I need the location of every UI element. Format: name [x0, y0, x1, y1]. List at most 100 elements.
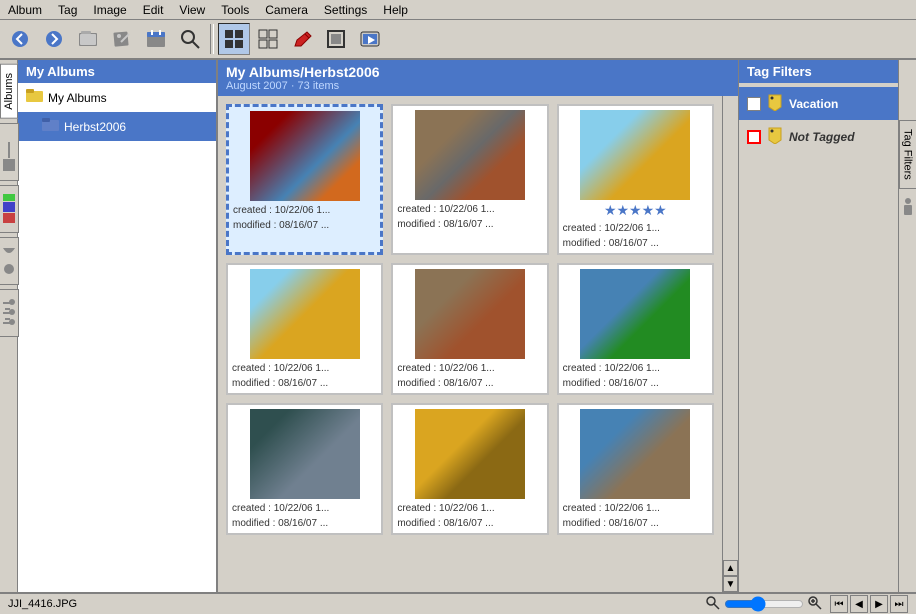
zoom-control — [706, 596, 822, 613]
photo-meta-modified: modified : 08/16/07 ... — [397, 219, 542, 230]
photo-thumbnail — [580, 269, 690, 359]
center-header: My Albums/Herbst2006 August 2007 · 73 it… — [218, 60, 738, 96]
photo-item[interactable]: created : 10/22/06 1... modified : 08/16… — [226, 263, 383, 395]
tags-button[interactable] — [106, 23, 138, 55]
photo-grid: created : 10/22/06 1... modified : 08/16… — [226, 104, 714, 535]
zoom-slider[interactable] — [724, 596, 804, 612]
photo-item[interactable]: created : 10/22/06 1... modified : 08/16… — [226, 403, 383, 535]
photo-thumbnail — [250, 269, 360, 359]
sidebar-tab-tags[interactable] — [0, 289, 19, 337]
tree-item-herbst2006[interactable]: Herbst2006 — [18, 112, 216, 141]
tag-icon-not-tagged — [767, 126, 783, 147]
sidebar-tab-searches[interactable] — [0, 123, 19, 181]
photo-item[interactable]: created : 10/22/06 1... modified : 08/16… — [391, 263, 548, 395]
sidebar-tab-people[interactable] — [0, 237, 19, 285]
nav-controls: ⏮ ◀ ▶ ⏭ — [830, 595, 908, 613]
photo-thumbnail — [415, 409, 525, 499]
photo-thumbnail — [415, 269, 525, 359]
photo-thumbnail — [250, 111, 360, 201]
tree-item-my-albums-label: My Albums — [48, 91, 107, 105]
sidebar-tab-labels[interactable] — [0, 185, 19, 233]
nav-first-button[interactable]: ⏮ — [830, 595, 848, 613]
menu-album[interactable]: Album — [0, 3, 50, 17]
photo-thumbnail — [250, 409, 360, 499]
center-header-subtitle: August 2007 · 73 items — [226, 80, 730, 92]
scroll-controls: ▲ ▼ — [722, 96, 738, 592]
photo-meta-created: created : 10/22/06 1... — [397, 363, 542, 374]
tree-item-herbst2006-label: Herbst2006 — [64, 120, 126, 134]
photo-item[interactable]: created : 10/22/06 1... modified : 08/16… — [557, 263, 714, 395]
back-button[interactable] — [4, 23, 36, 55]
menubar: Album Tag Image Edit View Tools Camera S… — [0, 0, 916, 20]
statusbar: JJI_4416.JPG ⏮ ◀ ▶ ⏭ — [0, 592, 916, 614]
edit-photo-button[interactable] — [286, 23, 318, 55]
tag-checkbox-not-tagged[interactable] — [747, 130, 761, 144]
menu-edit[interactable]: Edit — [135, 3, 172, 17]
photo-grid-container[interactable]: created : 10/22/06 1... modified : 08/16… — [218, 96, 722, 592]
right-panel-header: Tag Filters — [739, 60, 898, 83]
menu-help[interactable]: Help — [375, 3, 416, 17]
nav-next-button[interactable]: ▶ — [870, 595, 888, 613]
photo-item[interactable]: created : 10/22/06 1... modified : 08/16… — [557, 403, 714, 535]
photo-thumbnail — [415, 110, 525, 200]
right-tab-tag-filters[interactable]: Tag Filters — [899, 120, 916, 189]
scroll-down-button[interactable]: ▼ — [723, 576, 738, 592]
menu-tag[interactable]: Tag — [50, 3, 85, 17]
photo-meta-created: created : 10/22/06 1... — [232, 503, 377, 514]
tree-item-my-albums[interactable]: My Albums — [18, 83, 216, 112]
tag-filter-vacation[interactable]: Vacation — [739, 87, 898, 120]
thumbnail-view-button[interactable] — [218, 23, 250, 55]
albums-button[interactable] — [72, 23, 104, 55]
folder-open-icon — [42, 116, 60, 137]
statusbar-filename: JJI_4416.JPG — [8, 598, 698, 610]
menu-tools[interactable]: Tools — [213, 3, 257, 17]
photo-stars: ★★★★★ — [604, 202, 667, 219]
tag-checkbox-vacation[interactable] — [747, 97, 761, 111]
photo-meta-modified: modified : 08/16/07 ... — [563, 378, 708, 389]
sidebar-tab-albums[interactable]: Albums — [0, 64, 18, 119]
menu-view[interactable]: View — [171, 3, 213, 17]
photo-meta-modified: modified : 08/16/07 ... — [397, 518, 542, 529]
tag-label-vacation: Vacation — [789, 97, 838, 111]
slideshow-button[interactable] — [354, 23, 386, 55]
photo-item[interactable]: ★★★★★ created : 10/22/06 1... modified :… — [557, 104, 714, 255]
forward-button[interactable] — [38, 23, 70, 55]
fullscreen-button[interactable] — [320, 23, 352, 55]
tag-label-not-tagged: Not Tagged — [789, 130, 855, 144]
photo-meta-created: created : 10/22/06 1... — [563, 363, 708, 374]
zoom-search-icon — [706, 596, 720, 613]
menu-image[interactable]: Image — [85, 3, 134, 17]
photo-meta-modified: modified : 08/16/07 ... — [233, 220, 376, 231]
photo-meta-created: created : 10/22/06 1... — [233, 205, 376, 216]
left-panel: My Albums My Albums Herbst2006 — [18, 60, 218, 592]
photo-meta-created: created : 10/22/06 1... — [397, 204, 542, 215]
photo-meta-modified: modified : 08/16/07 ... — [563, 238, 708, 249]
dates-button[interactable] — [140, 23, 172, 55]
tag-filter-not-tagged[interactable]: Not Tagged — [739, 120, 898, 153]
menu-settings[interactable]: Settings — [316, 3, 375, 17]
photo-meta-modified: modified : 08/16/07 ... — [232, 378, 377, 389]
photo-item[interactable]: created : 10/22/06 1... modified : 08/16… — [391, 104, 548, 255]
photo-meta-created: created : 10/22/06 1... — [397, 503, 542, 514]
right-tab-strip: Tag Filters — [898, 60, 916, 592]
photo-thumbnail — [580, 110, 690, 200]
left-panel-header: My Albums — [18, 60, 216, 83]
photo-item[interactable]: created : 10/22/06 1... modified : 08/16… — [226, 104, 383, 255]
photo-meta-modified: modified : 08/16/07 ... — [397, 378, 542, 389]
main-layout: Albums My Albums My Albums — [0, 60, 916, 592]
tag-icon-vacation — [767, 93, 783, 114]
photo-item[interactable]: created : 10/22/06 1... modified : 08/16… — [391, 403, 548, 535]
zoom-magnify-icon — [808, 596, 822, 613]
photo-meta-created: created : 10/22/06 1... — [563, 503, 708, 514]
nav-last-button[interactable]: ⏭ — [890, 595, 908, 613]
photo-meta-created: created : 10/22/06 1... — [563, 223, 708, 234]
left-panel-content: My Albums Herbst2006 — [18, 83, 216, 592]
photo-thumbnail — [580, 409, 690, 499]
photo-meta-modified: modified : 08/16/07 ... — [563, 518, 708, 529]
nav-prev-button[interactable]: ◀ — [850, 595, 868, 613]
center-panel: My Albums/Herbst2006 August 2007 · 73 it… — [218, 60, 738, 592]
menu-camera[interactable]: Camera — [257, 3, 316, 17]
search-button[interactable] — [174, 23, 206, 55]
preview-view-button[interactable] — [252, 23, 284, 55]
scroll-up-button[interactable]: ▲ — [723, 560, 738, 576]
